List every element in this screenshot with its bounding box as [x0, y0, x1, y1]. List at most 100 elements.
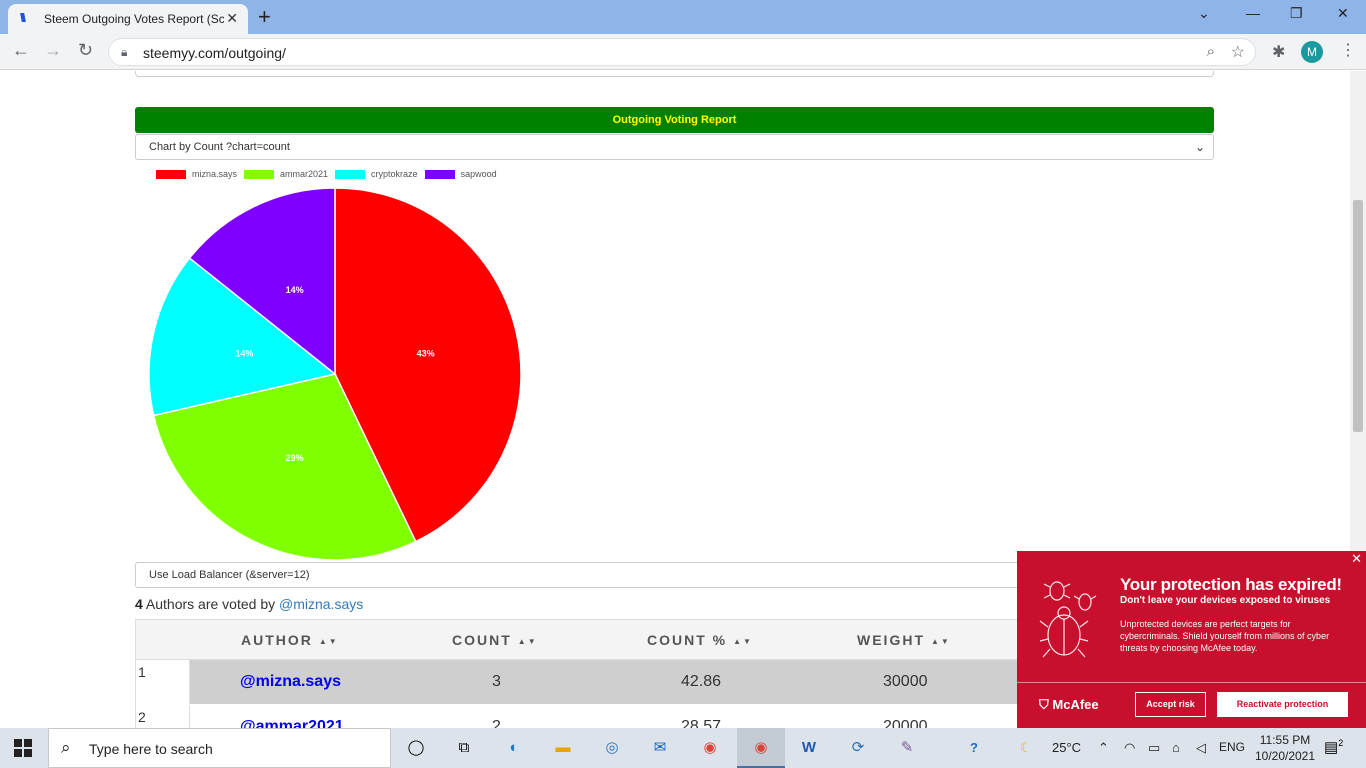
accept-risk-button[interactable]: Accept risk [1135, 692, 1206, 717]
profile-avatar[interactable]: M [1301, 41, 1323, 63]
row-number: 2 [136, 705, 190, 728]
mcafee-subtitle: Don't leave your devices exposed to viru… [1120, 595, 1331, 606]
temperature[interactable]: 25°C [1052, 740, 1081, 755]
voter-link[interactable]: @mizna.says [279, 596, 363, 612]
chevron-down-icon: ⌄ [1194, 140, 1205, 154]
clock[interactable]: 11:55 PM 10/20/2021 [1250, 732, 1320, 764]
pie-slice-label: 43% [417, 348, 435, 358]
paint-icon[interactable]: ✎ [894, 736, 920, 760]
legend-label: cryptokraze [371, 169, 418, 179]
pie-slice-label: 29% [286, 453, 304, 463]
scrollbar-thumb[interactable] [1353, 200, 1363, 432]
reload-icon[interactable]: ↻ [78, 40, 93, 61]
chart-type-select-value: Chart by Count ?chart=count [149, 141, 290, 153]
tab-strip: \\\ Steem Outgoing Votes Report (Sc ✕ + … [0, 0, 1366, 34]
column-header-weight[interactable]: WEIGHT ▲▼ [857, 632, 951, 648]
restore-icon[interactable]: ❐ [1290, 5, 1303, 22]
clock-date: 10/20/2021 [1254, 749, 1316, 763]
virus-bugs-icon [1039, 581, 1097, 658]
pie-chart: 43% 29% 14% 14% [148, 187, 522, 561]
file-explorer-icon[interactable]: ▬ [550, 736, 576, 760]
weather-moon-icon[interactable]: ☾ [1020, 740, 1032, 756]
new-tab-icon[interactable]: + [258, 4, 271, 30]
mcafee-popup: ✕ Your protection has expired! Don't lea… [1017, 551, 1366, 728]
chart-legend: mizna.says ammar2021 cryptokraze sapwood [156, 168, 504, 180]
count-cell: 2 [492, 718, 501, 728]
author-link[interactable]: @mizna.says [240, 673, 341, 691]
extensions-icon[interactable]: ✱ [1272, 42, 1285, 62]
sort-arrows-icon: ▲▼ [931, 636, 951, 646]
sort-arrows-icon: ▲▼ [733, 636, 753, 646]
lock-icon[interactable]: 🔒︎ [121, 45, 127, 60]
mcafee-shield-icon: ⛉ [1039, 697, 1049, 712]
search-icon: ⌕ [61, 738, 71, 757]
forward-icon[interactable]: → [44, 40, 62, 61]
legend-swatch [156, 169, 186, 179]
volume-icon[interactable]: ◁ [1196, 740, 1206, 756]
chrome-profile-icon[interactable]: ◉ [748, 736, 774, 760]
pie-slice-label: 14% [235, 348, 253, 358]
weight-cell: 30000 [883, 673, 928, 690]
legend-swatch [335, 169, 366, 179]
steem-favicon-icon: \\\ [20, 11, 26, 25]
taskbar-search[interactable]: ⌕ Type here to search [48, 728, 391, 768]
window-close-icon[interactable]: ✕ [1337, 5, 1349, 22]
taskbar-search-placeholder: Type here to search [89, 741, 213, 757]
load-balancer-select-value: Use Load Balancer (&server=12) [149, 569, 310, 581]
legend-swatch [244, 169, 275, 179]
previous-select-box[interactable] [135, 71, 1214, 77]
notifications-icon[interactable]: ▤2 [1324, 738, 1343, 756]
tab-title: Steem Outgoing Votes Report (Sc [44, 12, 224, 26]
language-indicator[interactable]: ENG [1219, 740, 1245, 754]
authors-summary: 4 Authors are voted by @mizna.says [135, 596, 363, 612]
word-icon[interactable]: W [796, 736, 822, 760]
legend-item[interactable]: mizna.says [156, 169, 237, 179]
row-number: 1 [136, 660, 190, 704]
column-header-count[interactable]: COUNT ▲▼ [452, 632, 538, 648]
weight-cell: 20000 [883, 718, 928, 728]
battery-icon[interactable]: ▭ [1148, 740, 1160, 756]
column-header-count-pct[interactable]: COUNT % ▲▼ [647, 632, 753, 648]
author-link[interactable]: @ammar2021 [240, 718, 344, 728]
edge-icon[interactable]: ◐ [501, 736, 527, 760]
help-icon[interactable]: ? [970, 740, 978, 755]
sort-arrows-icon: ▲▼ [517, 636, 538, 646]
legend-item[interactable]: ammar2021 [244, 169, 328, 179]
tray-chevron-icon[interactable]: ⌃ [1098, 740, 1109, 756]
search-zoom-icon[interactable]: ⌕ [1207, 43, 1215, 60]
chrome-icon[interactable]: ◉ [697, 736, 723, 760]
popup-close-icon[interactable]: ✕ [1351, 551, 1362, 567]
legend-item[interactable]: cryptokraze [335, 169, 418, 179]
url-text: steemyy.com/outgoing/ [143, 45, 286, 61]
count-pct-cell: 42.86 [681, 673, 722, 690]
tab-search-chevron-icon[interactable]: ⌄ [1198, 5, 1210, 22]
task-view-icon[interactable]: ⧉ [451, 736, 477, 760]
legend-item[interactable]: sapwood [424, 169, 497, 179]
notification-count: 2 [1338, 738, 1344, 748]
windows-taskbar: ⌕ Type here to search ◯ ⧉ ◐ ▬ ◎ ✉ ◉ ◉ W … [0, 728, 1366, 768]
browser-tab[interactable]: \\\ Steem Outgoing Votes Report (Sc ✕ [8, 4, 248, 34]
address-bar[interactable]: 🔒︎ steemyy.com/outgoing/ ⌕ ☆ [108, 38, 1256, 66]
settings-app-icon[interactable]: ◎ [599, 736, 625, 760]
authors-count: 4 [135, 596, 143, 612]
clock-time: 11:55 PM [1259, 733, 1311, 747]
legend-label: ammar2021 [280, 169, 329, 179]
sync-app-icon[interactable]: ⟳ [845, 736, 871, 760]
browser-toolbar: ← → ↻ 🔒︎ steemyy.com/outgoing/ ⌕ ☆ ✱ M ⋮ [0, 34, 1366, 70]
popup-divider [1017, 682, 1366, 683]
chart-type-select[interactable]: Chart by Count ?chart=count ⌄ [135, 134, 1214, 160]
wifi-icon[interactable]: ◠ [1124, 740, 1135, 756]
column-header-author[interactable]: AUTHOR ▲▼ [241, 632, 339, 648]
reactivate-protection-button[interactable]: Reactivate protection [1217, 692, 1348, 717]
bookmark-star-icon[interactable]: ☆ [1231, 42, 1245, 62]
browser-menu-icon[interactable]: ⋮ [1340, 40, 1356, 60]
network-icon[interactable]: ⌂ [1172, 740, 1180, 755]
report-header: Outgoing Voting Report [135, 107, 1214, 133]
minimize-icon[interactable]: — [1246, 5, 1260, 21]
back-icon[interactable]: ← [12, 40, 30, 61]
sort-arrows-icon: ▲▼ [318, 636, 339, 646]
cortana-icon[interactable]: ◯ [403, 736, 429, 760]
tab-close-icon[interactable]: ✕ [226, 10, 238, 27]
windows-start-icon[interactable] [14, 739, 32, 757]
outlook-icon[interactable]: ✉ [647, 736, 673, 760]
